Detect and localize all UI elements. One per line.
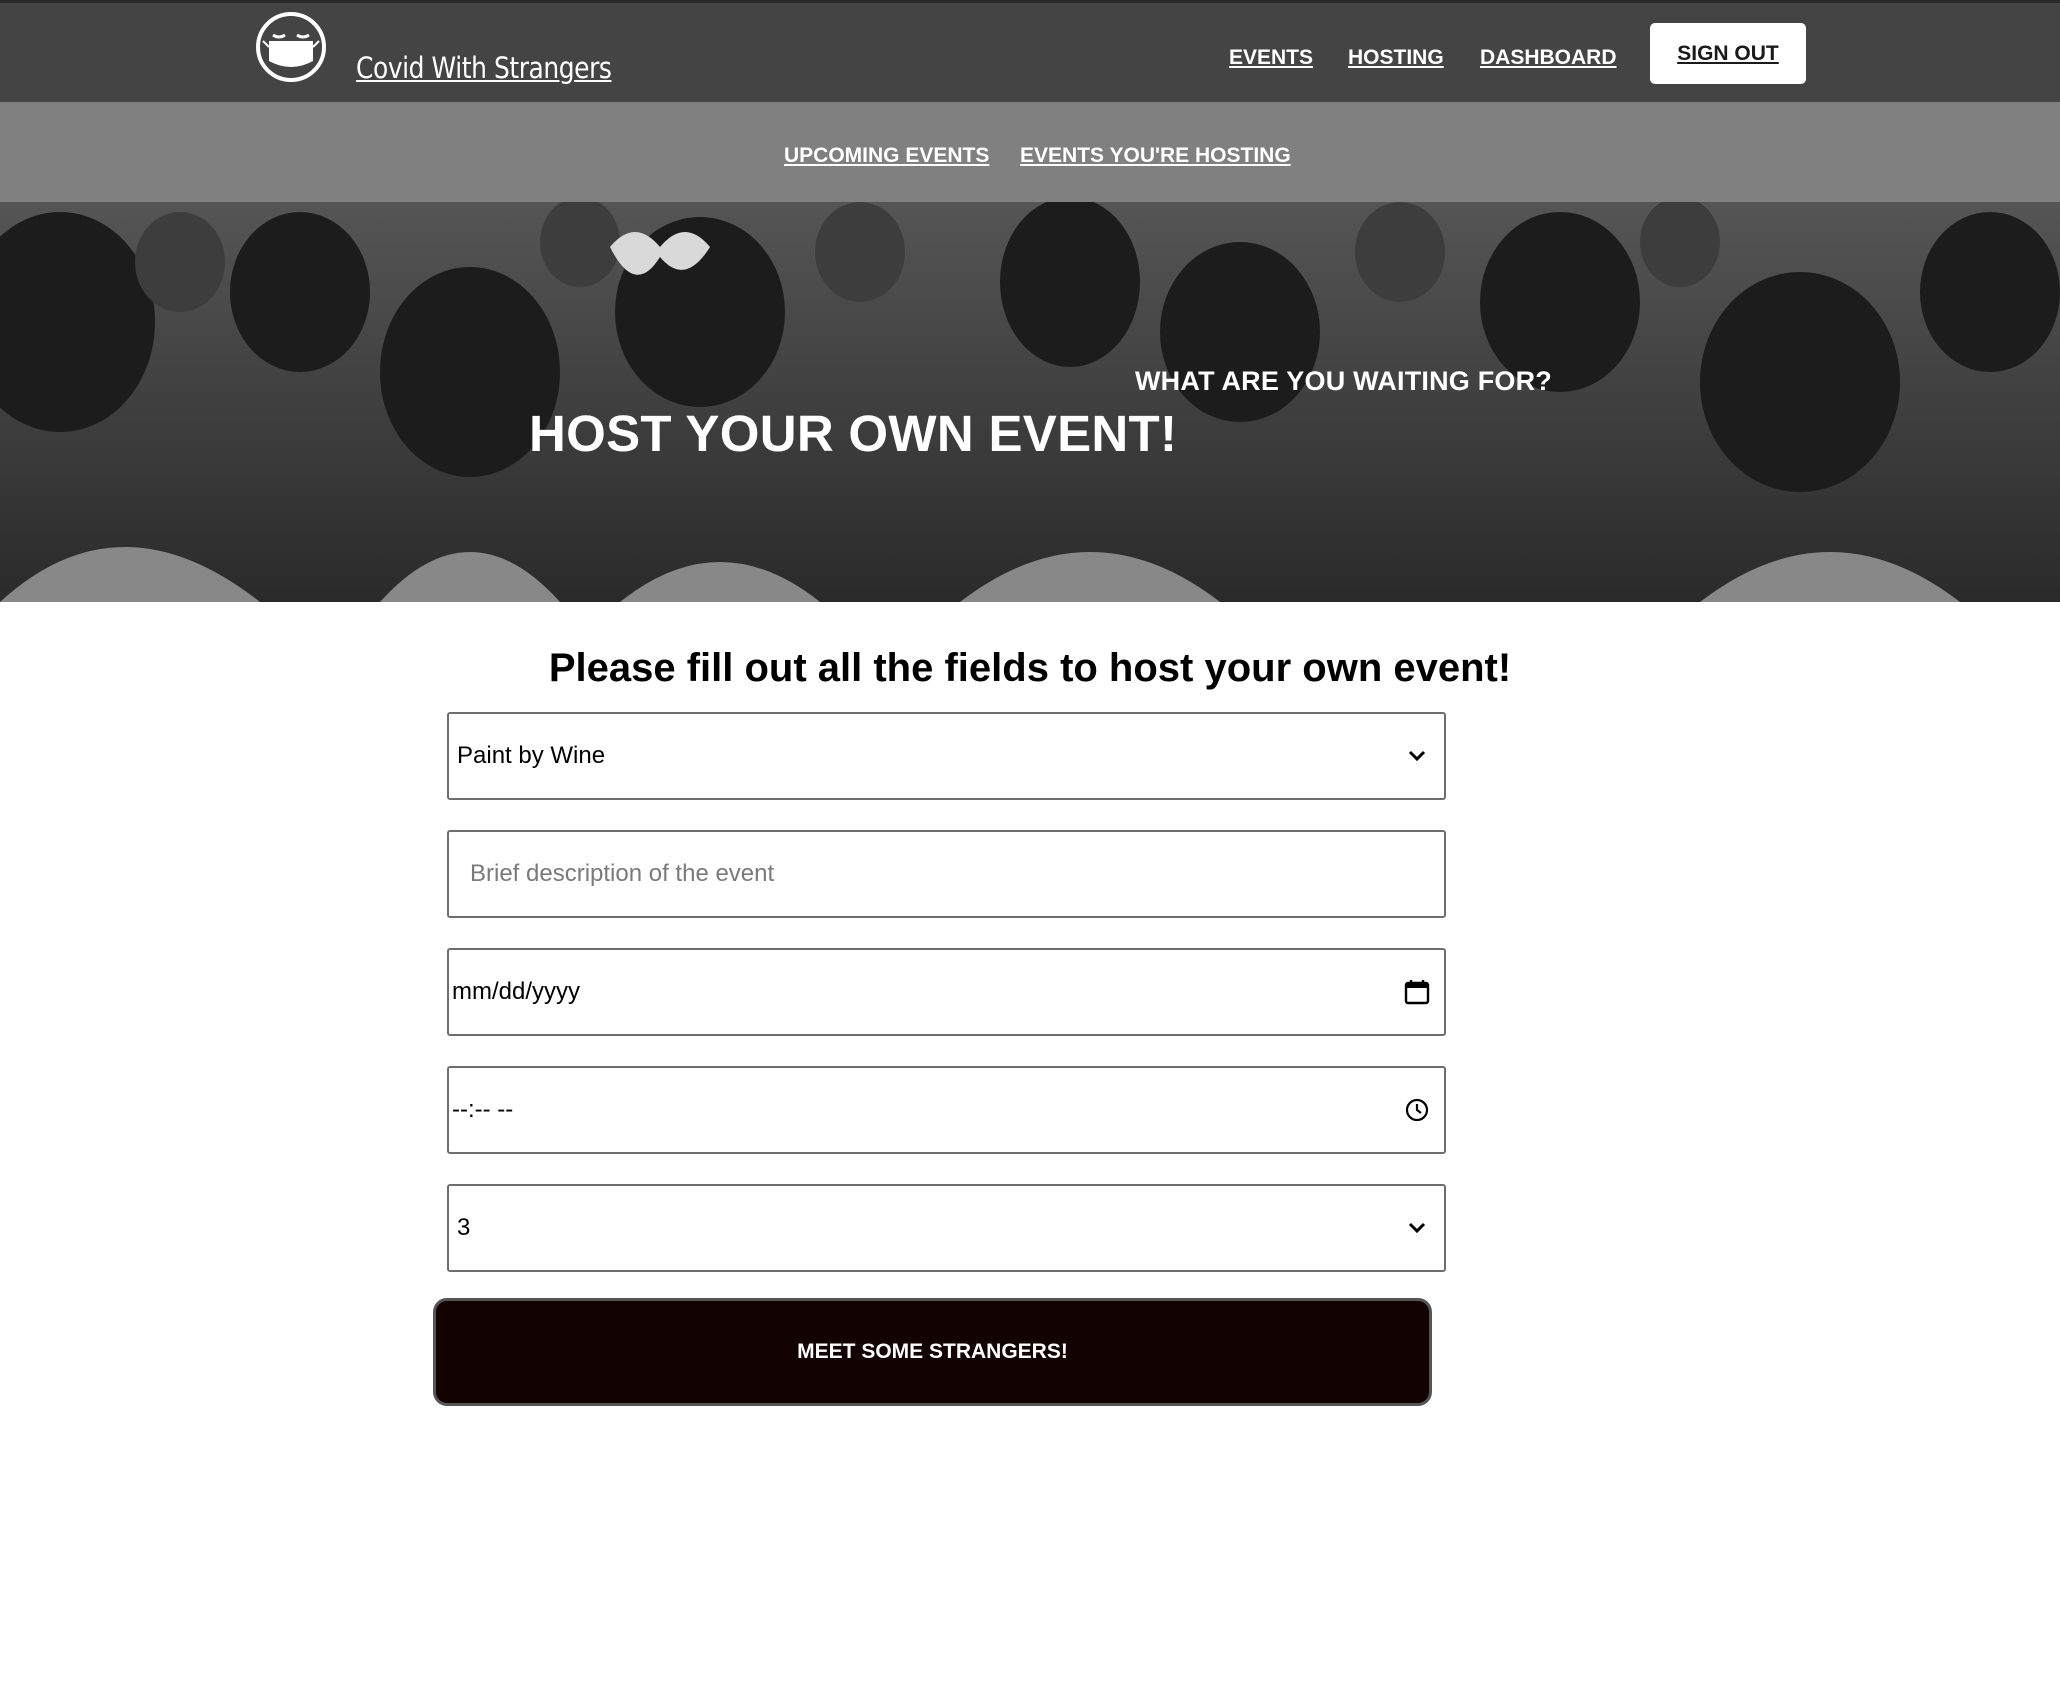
event-type-value: Paint by Wine (457, 742, 606, 769)
description-input[interactable]: Brief description of the event (447, 830, 1446, 918)
chevron-down-icon (1408, 1222, 1426, 1234)
sub-navbar: UPCOMING EVENTS EVENTS YOU'RE HOSTING (0, 102, 2060, 202)
hero-banner: WHAT ARE YOU WAITING FOR? HOST YOUR OWN … (0, 202, 2060, 602)
hero-title: HOST YOUR OWN EVENT! (529, 405, 1178, 462)
guest-count-select[interactable]: 3 (447, 1184, 1446, 1272)
clock-icon[interactable] (1402, 1095, 1432, 1125)
form-heading: Please fill out all the fields to host y… (548, 646, 1512, 690)
submit-button[interactable]: MEET SOME STRANGERS! (433, 1298, 1432, 1406)
upcoming-events-link[interactable]: UPCOMING EVENTS (784, 144, 989, 168)
sign-out-button[interactable]: SIGN OUT (1650, 23, 1806, 84)
hosting-events-link[interactable]: EVENTS YOU'RE HOSTING (1020, 144, 1291, 168)
masked-face-logo-icon[interactable] (255, 11, 327, 83)
hero-subtitle: WHAT ARE YOU WAITING FOR? (1135, 366, 1552, 396)
nav-dashboard-link[interactable]: DASHBOARD (1480, 46, 1617, 70)
crowd-background-image (0, 202, 2060, 602)
calendar-icon[interactable] (1402, 977, 1432, 1007)
brand-link[interactable]: Covid With Strangers (356, 51, 612, 85)
time-input[interactable]: --:-- -- (447, 1066, 1446, 1154)
top-navbar: Covid With Strangers EVENTS HOSTING DASH… (0, 0, 2060, 102)
time-placeholder: --:-- -- (452, 1096, 514, 1123)
nav-events-link[interactable]: EVENTS (1229, 46, 1313, 70)
event-type-select[interactable]: Paint by Wine (447, 712, 1446, 800)
description-placeholder: Brief description of the event (470, 860, 775, 887)
date-placeholder: mm/dd/yyyy (452, 978, 581, 1005)
chevron-down-icon (1408, 750, 1426, 762)
guest-count-value: 3 (457, 1214, 471, 1241)
nav-hosting-link[interactable]: HOSTING (1348, 46, 1444, 70)
date-input[interactable]: mm/dd/yyyy (447, 948, 1446, 1036)
